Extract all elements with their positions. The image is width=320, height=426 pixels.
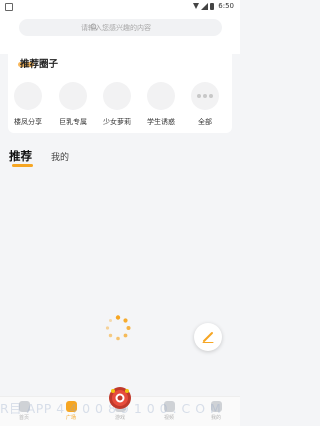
video-icon [163,401,175,412]
status-bar: 6:50 [0,0,240,14]
search-icon [90,23,98,31]
more-icon [191,82,219,110]
circle-avatar [59,82,87,110]
home-icon [18,401,30,412]
nav-label: 游戏 [114,415,125,421]
pencil-icon [202,332,214,343]
circle-avatar [103,82,131,110]
circle-label: 学生诱惑 [147,118,175,126]
nav-profile[interactable]: 我的 [201,401,231,421]
search-bar[interactable]: 请输入您感兴趣的内容 [19,19,222,36]
profile-icon [210,401,222,412]
circle-label: 少女萝莉 [103,118,131,126]
nav-home[interactable]: 首页 [9,401,39,421]
nav-label: 视频 [163,415,174,421]
circle-item[interactable]: 巨乳专属 [55,82,91,127]
signal-icon [201,2,209,10]
wifi-icon [193,3,200,9]
circle-label: 巨乳专属 [59,118,87,126]
recommended-circles-card: 推荐圈子 楼凤分享 巨乳专属 少女萝莉 学生诱惑 全部 [8,46,232,133]
circle-label: 全部 [198,118,212,126]
circle-item[interactable]: 少女萝莉 [99,82,135,127]
tab-mine[interactable]: 我的 [51,150,69,163]
compose-post-button[interactable] [194,323,222,351]
circle-item-all[interactable]: 全部 [187,82,223,127]
circle-item[interactable]: 学生诱惑 [143,82,179,127]
nav-label: 广场 [65,415,76,421]
search-placeholder: 请输入您感兴趣的内容 [81,23,151,32]
nav-video[interactable]: 视频 [154,401,184,421]
nav-label: 我的 [210,415,221,421]
tab-recommend[interactable]: 推荐 [9,148,32,164]
circle-avatar [147,82,175,110]
circle-label: 楼凤分享 [14,118,42,126]
circles-title: 推荐圈子 [20,59,59,70]
promo-badge-icon[interactable] [107,385,133,411]
nav-label: 首页 [18,415,29,421]
battery-icon [210,2,215,10]
square-icon [65,401,77,412]
active-tab-indicator [12,164,33,167]
circle-avatar [14,82,42,110]
circle-item[interactable]: 楼凤分享 [10,82,46,127]
nav-square[interactable]: 广场 [56,401,86,421]
loading-spinner-icon [105,315,131,341]
app-notification-icon [5,3,13,11]
status-time: 6:50 [218,2,234,10]
